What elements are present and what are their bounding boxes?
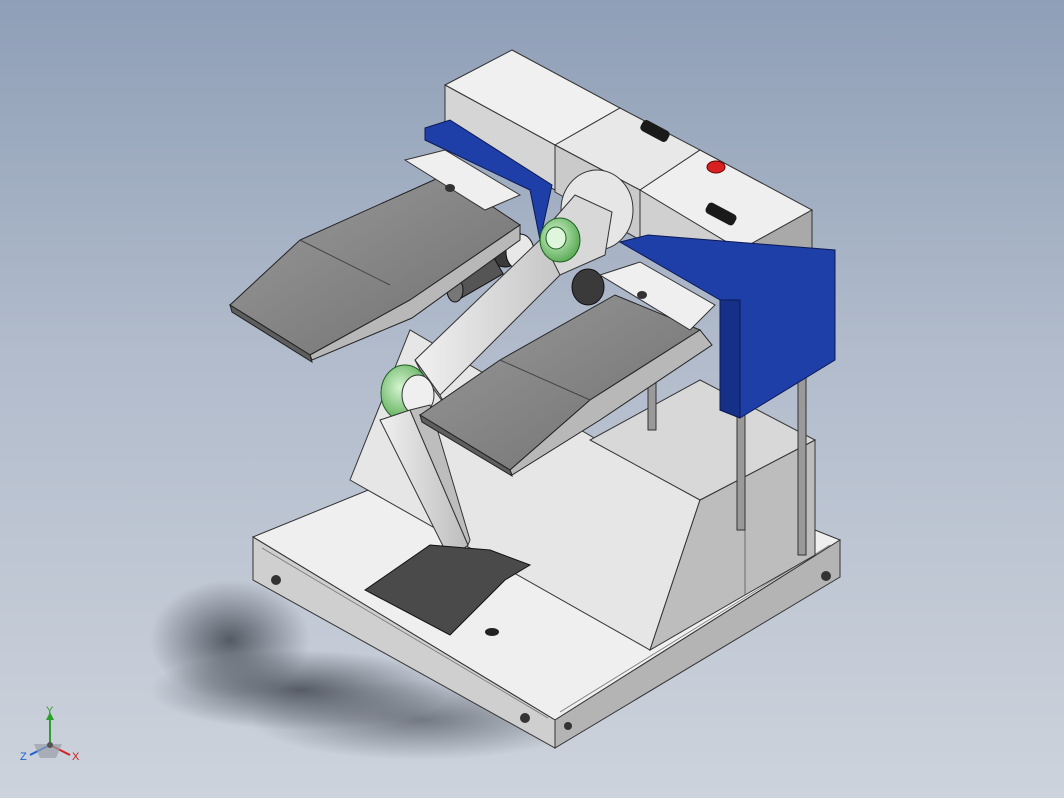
cad-viewport[interactable]: Y Z X (0, 0, 1064, 798)
bolt-hole (520, 713, 530, 723)
triad-x-label: X (72, 751, 80, 763)
triad-z-label: Z (20, 751, 27, 763)
bolt-hole (564, 722, 572, 730)
view-orientation-triad[interactable]: Y Z X (20, 705, 80, 763)
bearing-icon (571, 268, 605, 306)
emergency-stop-button (706, 160, 726, 174)
floor-hole (485, 628, 499, 636)
triad-y-label: Y (46, 705, 54, 717)
bolt-hole (271, 575, 281, 585)
cad-model-drawing: Y Z X (20, 49, 842, 763)
bolt-hole (821, 571, 831, 581)
